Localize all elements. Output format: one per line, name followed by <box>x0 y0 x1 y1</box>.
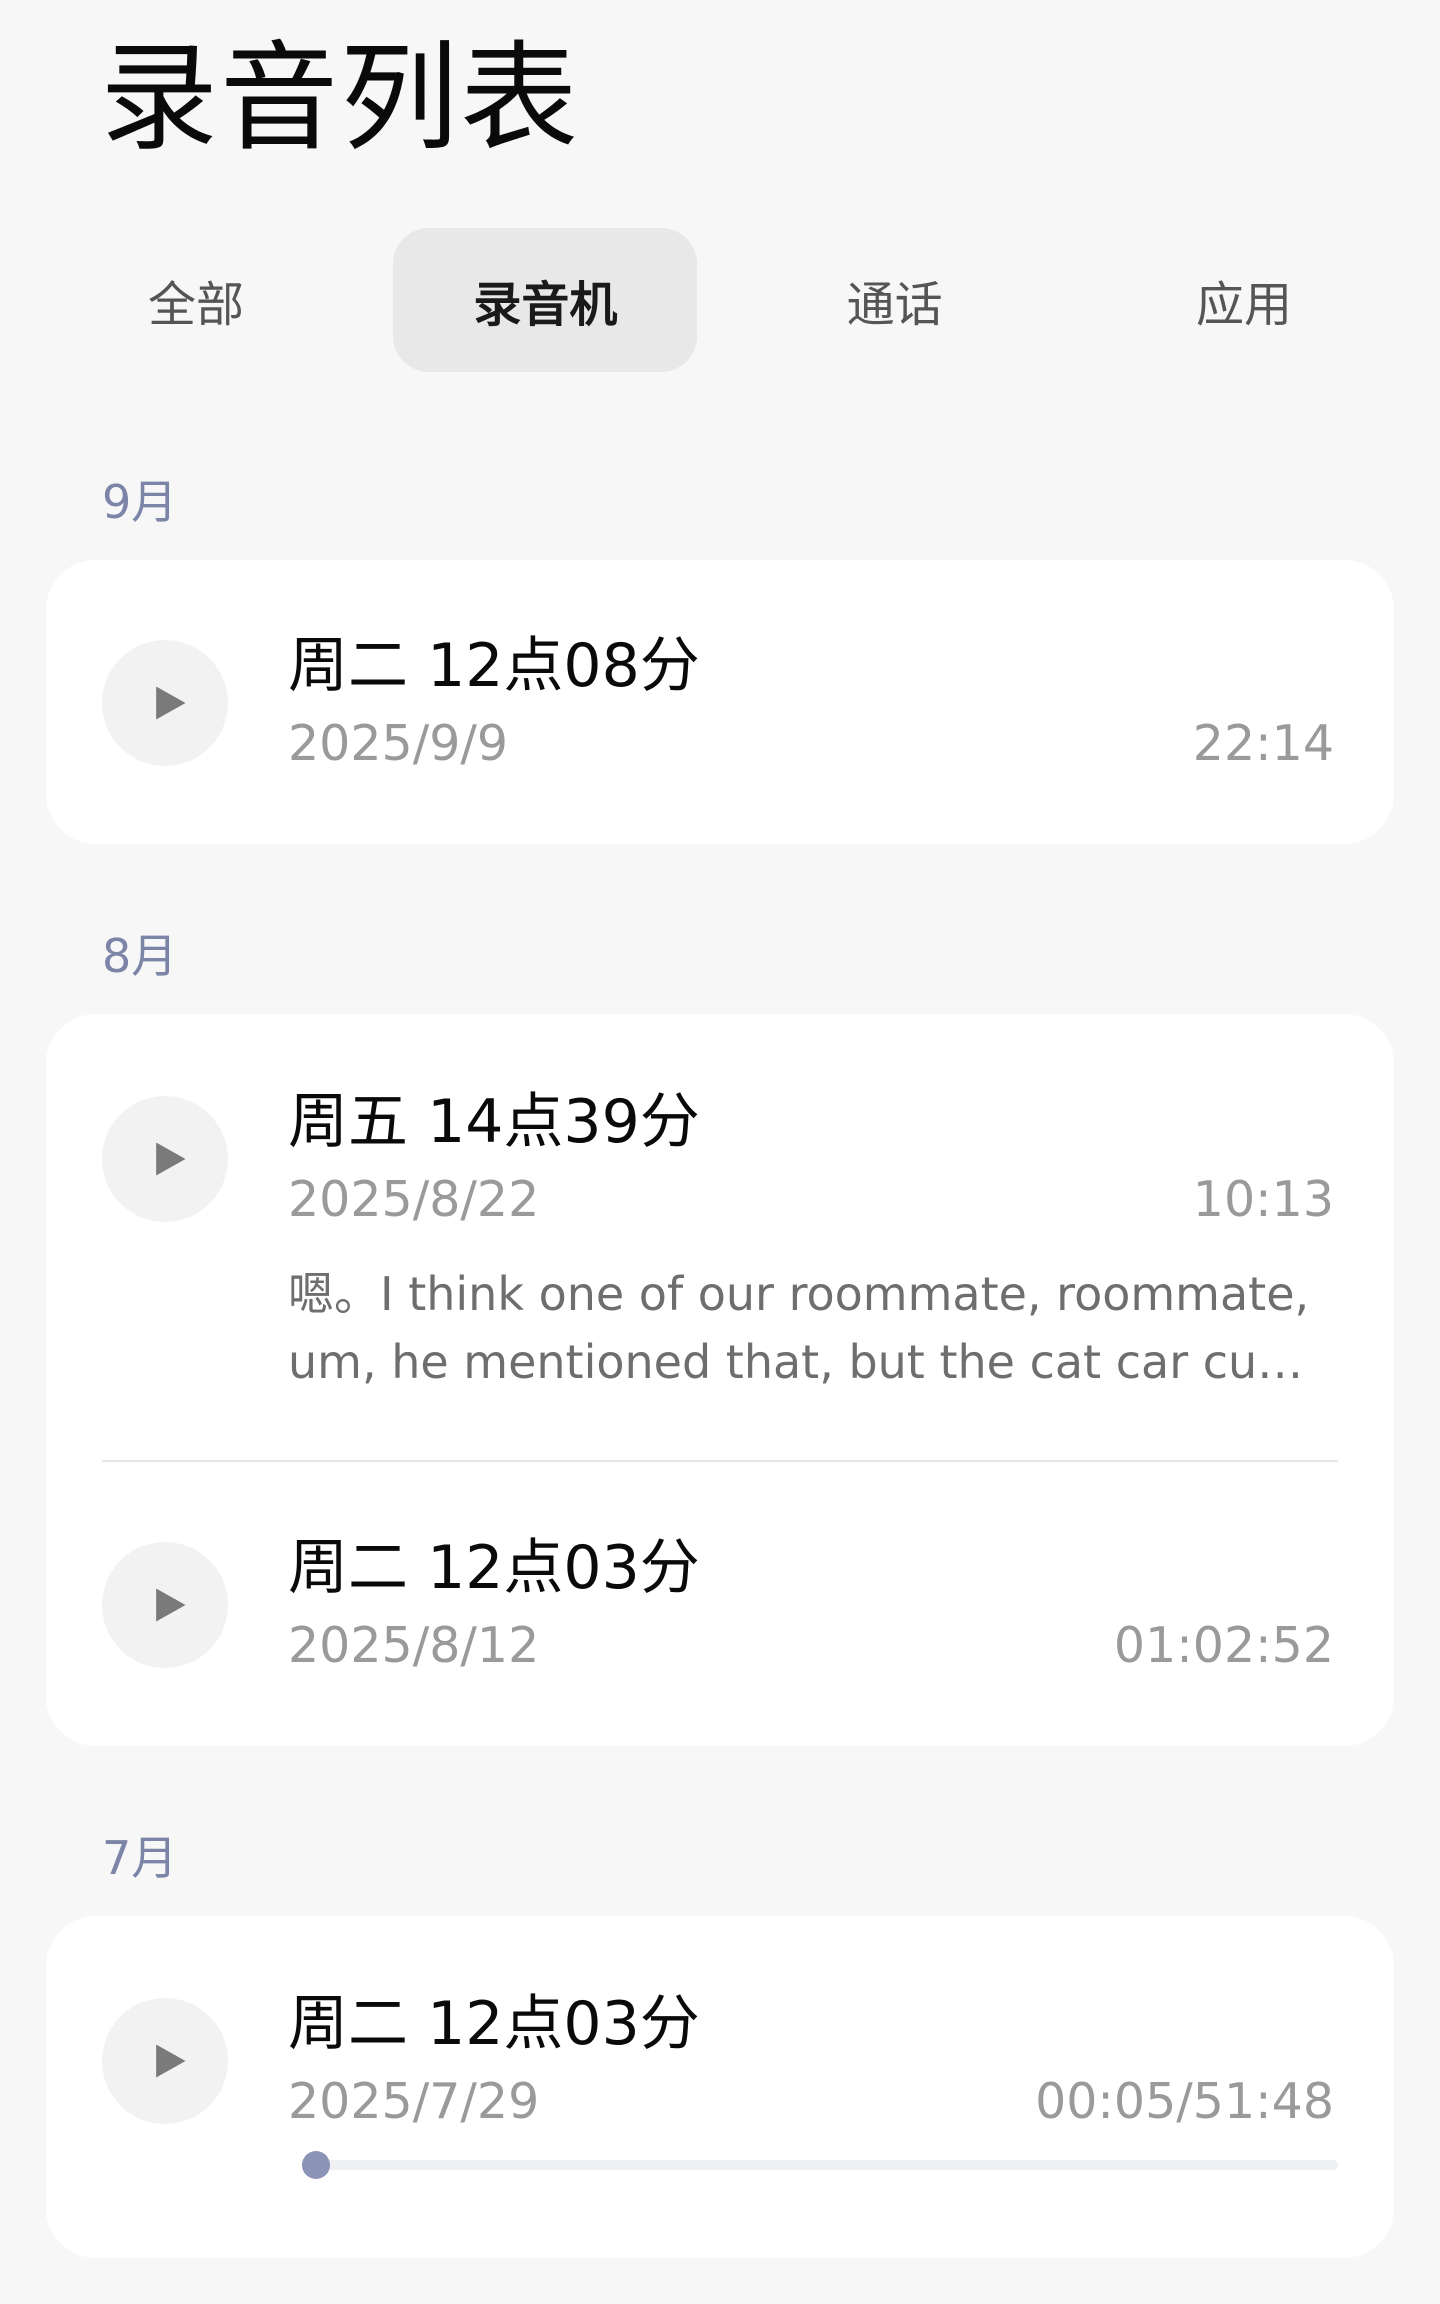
recording-date: 2025/7/29 <box>288 2073 540 2130</box>
play-button[interactable] <box>102 1998 228 2124</box>
transcript-snippet: 嗯。I think one of our roommate, roommate,… <box>288 1267 1310 1389</box>
play-icon <box>156 1588 186 1622</box>
play-button[interactable] <box>102 1542 228 1668</box>
recording-item[interactable]: 周二 12点03分 2025/8/12 01:02:52 <box>46 1462 1394 1746</box>
recording-duration: 01:02:52 <box>1113 1617 1334 1674</box>
playback-progress-bar[interactable] <box>302 2151 1338 2179</box>
page-title: 录音列表 <box>100 29 581 167</box>
recording-date: 2025/9/9 <box>288 715 509 772</box>
recording-date: 2025/8/12 <box>288 1617 540 1674</box>
recording-item[interactable]: 周二 12点03分 2025/7/29 00:05/51:48 <box>46 1916 1394 2258</box>
tab-apps[interactable]: 应用 <box>1092 228 1396 372</box>
recording-item[interactable]: 周二 12点08分 2025/9/9 22:14 <box>46 560 1394 844</box>
tab-recorder[interactable]: 录音机 <box>393 228 698 372</box>
recording-date: 2025/8/22 <box>288 1171 540 1228</box>
play-button[interactable] <box>102 640 228 766</box>
recording-item[interactable]: 周五 14点39分 2025/8/22 10:13 嗯。I think one … <box>46 1014 1394 1460</box>
recording-title: 周二 12点03分 <box>288 1989 700 2059</box>
playback-scrubber-handle[interactable] <box>302 2151 330 2179</box>
recording-title: 周五 14点39分 <box>288 1087 700 1157</box>
recording-elapsed-total: 00:05/51:48 <box>1035 2073 1334 2130</box>
recording-card: 周二 12点08分 2025/9/9 22:14 <box>46 560 1394 844</box>
play-icon <box>156 686 186 720</box>
month-header-august: 8月 <box>102 929 178 983</box>
recording-duration: 10:13 <box>1192 1171 1334 1228</box>
recording-title: 周二 12点03分 <box>288 1533 700 1603</box>
tab-all[interactable]: 全部 <box>44 228 348 372</box>
tab-calls[interactable]: 通话 <box>743 228 1047 372</box>
recording-duration: 22:14 <box>1192 715 1334 772</box>
play-button[interactable] <box>102 1096 228 1222</box>
recording-title: 周二 12点08分 <box>288 631 700 701</box>
recording-card: 周五 14点39分 2025/8/22 10:13 嗯。I think one … <box>46 1014 1394 1746</box>
play-icon <box>156 1142 186 1176</box>
recording-card: 周二 12点03分 2025/7/29 00:05/51:48 <box>46 1916 1394 2258</box>
month-header-july: 7月 <box>102 1831 178 1885</box>
play-icon <box>156 2044 186 2078</box>
month-header-september: 9月 <box>102 475 178 529</box>
category-tabs: 全部 录音机 通话 应用 <box>44 228 1396 372</box>
